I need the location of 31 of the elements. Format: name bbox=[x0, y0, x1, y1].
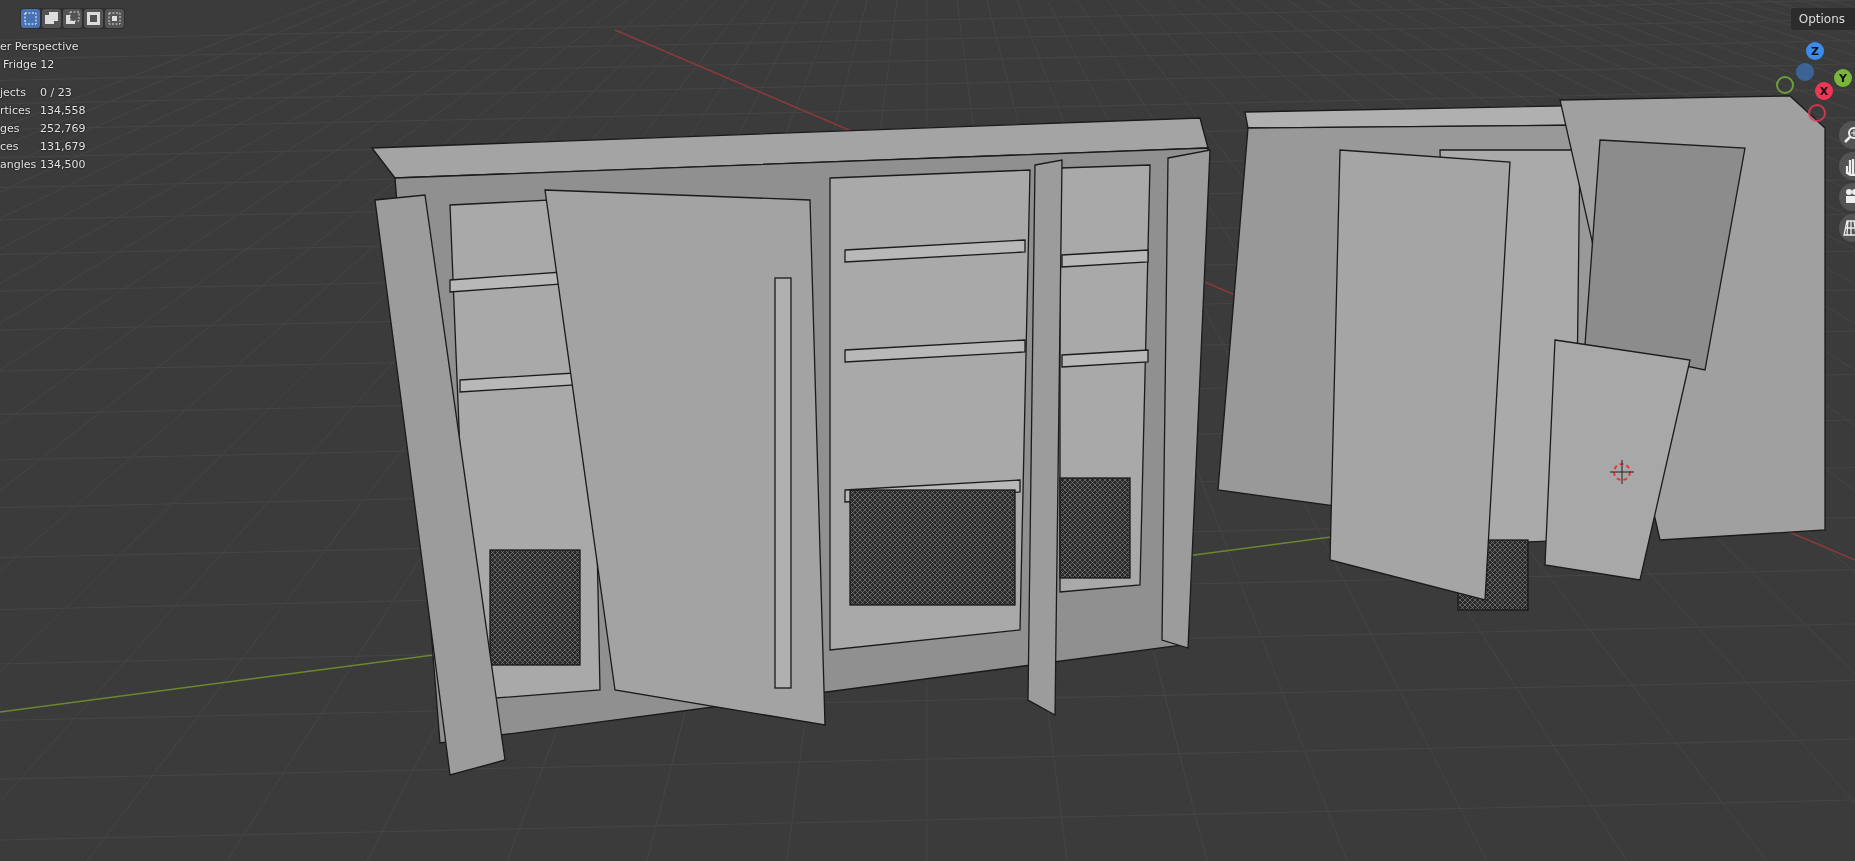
object-name: Fridge 12 bbox=[2, 57, 56, 73]
view-name: er Perspective bbox=[0, 39, 80, 55]
select-mode-icon bbox=[64, 10, 81, 27]
select-mode-button[interactable] bbox=[42, 9, 61, 28]
stat-value: 252,769 bbox=[40, 121, 86, 137]
negative-axis-handle[interactable] bbox=[1776, 76, 1794, 94]
negative-axis-handle[interactable] bbox=[1796, 63, 1814, 81]
stat-value: 131,679 bbox=[40, 139, 86, 155]
select-mode-button[interactable] bbox=[84, 9, 103, 28]
stat-value: 134,558 bbox=[40, 103, 86, 119]
negative-axis-handle[interactable] bbox=[1808, 104, 1826, 122]
axis-handle[interactable]: Z bbox=[1806, 42, 1824, 60]
stat-value: 134,500 bbox=[40, 157, 86, 173]
select-mode-icon bbox=[106, 10, 123, 27]
stat-label: jects bbox=[0, 85, 27, 101]
3d-cursor-icon bbox=[1609, 459, 1635, 485]
axis-handle[interactable]: X bbox=[1815, 82, 1833, 100]
3d-viewport[interactable]: Options er Perspective Fridge 12 jects 0 / 23 rtices 134,558 ges 252,769 ces 131,679 angles 134,500 Z Y X bbox=[0, 0, 1855, 861]
select-mode-button[interactable] bbox=[63, 9, 82, 28]
select-mode-button[interactable] bbox=[21, 9, 40, 28]
select-mode-icon bbox=[43, 10, 60, 27]
stat-label: ges bbox=[0, 121, 21, 137]
stat-label: ces bbox=[0, 139, 20, 155]
stat-value: 0 / 23 bbox=[40, 85, 73, 101]
options-dropdown[interactable]: Options bbox=[1790, 8, 1855, 30]
stat-label: angles bbox=[0, 157, 38, 173]
stat-label: rtices bbox=[0, 103, 32, 119]
select-mode-icon bbox=[85, 10, 102, 27]
axis-handle[interactable]: Y bbox=[1834, 69, 1852, 87]
select-mode-button[interactable] bbox=[105, 9, 124, 28]
select-mode-icon bbox=[22, 10, 39, 27]
